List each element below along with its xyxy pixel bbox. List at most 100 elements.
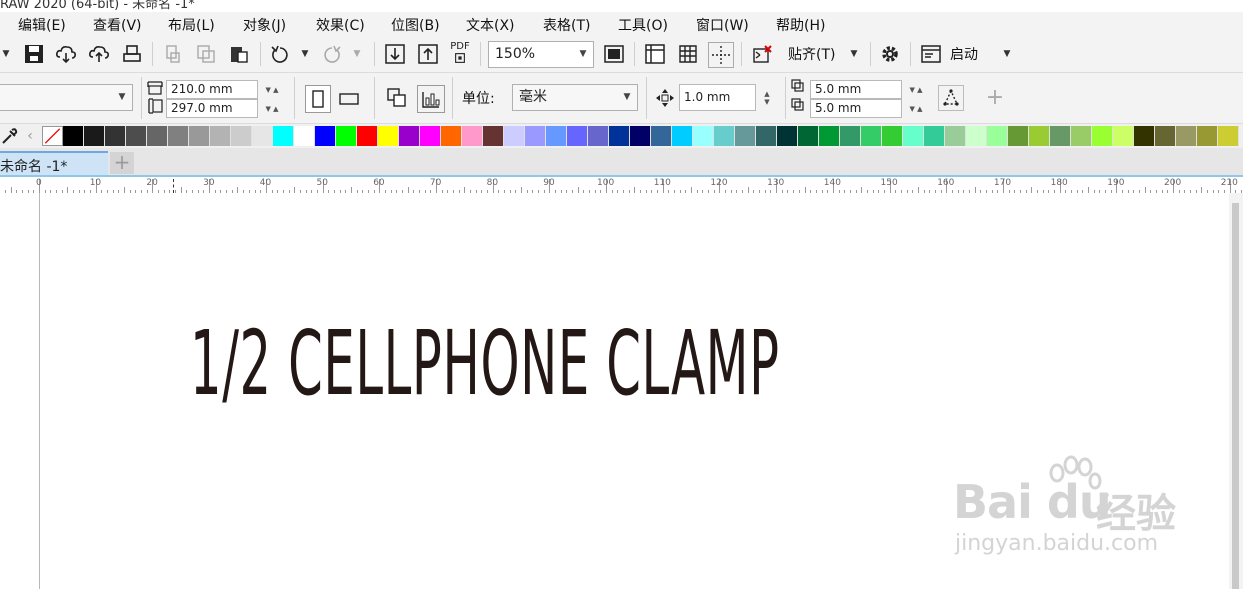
color-swatch[interactable] [315, 126, 336, 146]
color-swatch[interactable] [168, 126, 189, 146]
menu-bitmaps[interactable]: 位图(B) [391, 15, 440, 35]
snap-off-icon[interactable] [750, 42, 774, 66]
color-swatch[interactable] [1218, 126, 1239, 146]
duplicate-x-spinner[interactable]: ▼ ▲ [902, 80, 930, 99]
menu-text[interactable]: 文本(X) [466, 15, 515, 35]
color-swatch[interactable] [1008, 126, 1029, 146]
color-swatch[interactable] [609, 126, 630, 146]
color-swatch[interactable] [945, 126, 966, 146]
menu-help[interactable]: 帮助(H) [776, 15, 825, 35]
cloud-download-icon[interactable] [54, 42, 78, 66]
copy-icon[interactable] [194, 42, 218, 66]
color-swatch[interactable] [1092, 126, 1113, 146]
gear-icon[interactable] [878, 42, 902, 66]
palette-scroll-left-icon[interactable]: ‹ [22, 125, 38, 147]
menu-layout[interactable]: 布局(L) [168, 15, 215, 35]
color-swatch[interactable] [210, 126, 231, 146]
add-preset-icon[interactable]: + [983, 85, 1007, 110]
menu-object[interactable]: 对象(J) [243, 15, 286, 35]
color-swatch[interactable] [903, 126, 924, 146]
color-swatch[interactable] [84, 126, 105, 146]
color-swatch[interactable] [252, 126, 273, 146]
color-swatch[interactable] [1155, 126, 1176, 146]
show-guidelines-icon[interactable] [708, 42, 734, 68]
color-swatch[interactable] [126, 126, 147, 146]
color-swatch[interactable] [693, 126, 714, 146]
color-swatch[interactable] [336, 126, 357, 146]
color-swatch[interactable] [399, 126, 420, 146]
color-swatch[interactable] [189, 126, 210, 146]
color-swatch[interactable] [777, 126, 798, 146]
full-screen-preview-icon[interactable] [602, 42, 626, 66]
document-tab[interactable]: 未命名 -1* [0, 151, 108, 175]
duplicate-x-input[interactable]: 5.0 mm [810, 80, 902, 99]
color-swatch[interactable] [1071, 126, 1092, 146]
horizontal-ruler[interactable]: 0 10 20 30 40 50 60 70 80 90 100 110 120 130 140 150 160… [0, 175, 1243, 193]
page-width-input[interactable]: 210.0 mm [166, 80, 258, 99]
color-swatch[interactable] [1197, 126, 1218, 146]
redo-icon[interactable] [320, 42, 344, 66]
chevron-down-icon[interactable]: ▼ [112, 85, 132, 110]
color-swatch[interactable] [357, 126, 378, 146]
color-swatch[interactable] [63, 126, 84, 146]
units-select[interactable]: 毫米 ▼ [512, 84, 638, 111]
color-swatch[interactable] [966, 126, 987, 146]
launch-dropdown-icon[interactable]: ▼ [995, 42, 1019, 66]
color-swatch[interactable] [1029, 126, 1050, 146]
publish-pdf-icon[interactable]: PDF [448, 41, 472, 65]
color-swatch[interactable] [294, 126, 315, 146]
color-swatch[interactable] [378, 126, 399, 146]
duplicate-y-spinner[interactable]: ▼ ▲ [902, 99, 930, 118]
color-swatch[interactable] [231, 126, 252, 146]
canvas-headline-text[interactable]: 1/2 CELLPHONE CLAMP [190, 313, 780, 413]
color-swatch[interactable] [483, 126, 504, 146]
menu-effects[interactable]: 效果(C) [316, 15, 365, 35]
new-dropdown-icon[interactable]: ▼ [0, 42, 18, 66]
import-icon[interactable] [383, 42, 407, 66]
color-swatch[interactable] [651, 126, 672, 146]
paste-icon[interactable] [227, 42, 251, 66]
duplicate-y-input[interactable]: 5.0 mm [810, 99, 902, 118]
color-swatch[interactable] [105, 126, 126, 146]
landscape-button[interactable] [337, 85, 361, 111]
color-swatch[interactable] [504, 126, 525, 146]
chevron-down-icon[interactable]: ▼ [617, 85, 637, 110]
export-icon[interactable] [416, 42, 440, 66]
color-swatch[interactable] [420, 126, 441, 146]
launch-icon[interactable] [919, 42, 943, 66]
redo-dropdown-icon[interactable]: ▼ [345, 42, 369, 66]
color-swatch[interactable] [735, 126, 756, 146]
menu-tools[interactable]: 工具(O) [618, 15, 668, 35]
page-height-spinner[interactable]: ▼ ▲ [258, 99, 286, 118]
undo-dropdown-icon[interactable]: ▼ [293, 42, 317, 66]
color-swatch[interactable] [861, 126, 882, 146]
color-swatch[interactable] [840, 126, 861, 146]
color-swatch[interactable] [882, 126, 903, 146]
undo-icon[interactable] [268, 42, 292, 66]
portrait-button[interactable] [305, 85, 331, 113]
nudge-distance-input[interactable]: 1.0 mm [679, 84, 756, 111]
color-swatch[interactable] [819, 126, 840, 146]
all-pages-icon[interactable] [385, 86, 409, 110]
color-swatch[interactable] [714, 126, 735, 146]
nudge-distance-spinner[interactable]: ▲ ▼ [756, 84, 778, 111]
color-swatch[interactable] [441, 126, 462, 146]
menu-table[interactable]: 表格(T) [543, 15, 590, 35]
color-swatch[interactable] [924, 126, 945, 146]
launch-label[interactable]: 启动 [950, 44, 978, 64]
color-swatch[interactable] [672, 126, 693, 146]
color-swatch[interactable] [987, 126, 1008, 146]
color-swatch[interactable] [756, 126, 777, 146]
page-width-spinner[interactable]: ▼ ▲ [258, 80, 286, 99]
current-page-icon[interactable] [417, 85, 445, 113]
color-swatch[interactable] [525, 126, 546, 146]
color-swatch[interactable] [1176, 126, 1197, 146]
menu-edit[interactable]: 编辑(E) [18, 15, 66, 35]
vertical-scrollbar[interactable] [1229, 193, 1243, 589]
color-swatch[interactable] [273, 126, 294, 146]
color-swatch[interactable] [630, 126, 651, 146]
snap-to-menu[interactable]: 贴齐(T) [788, 44, 835, 64]
color-swatch[interactable] [1050, 126, 1071, 146]
cut-icon[interactable] [161, 42, 185, 66]
save-icon[interactable] [22, 42, 46, 66]
